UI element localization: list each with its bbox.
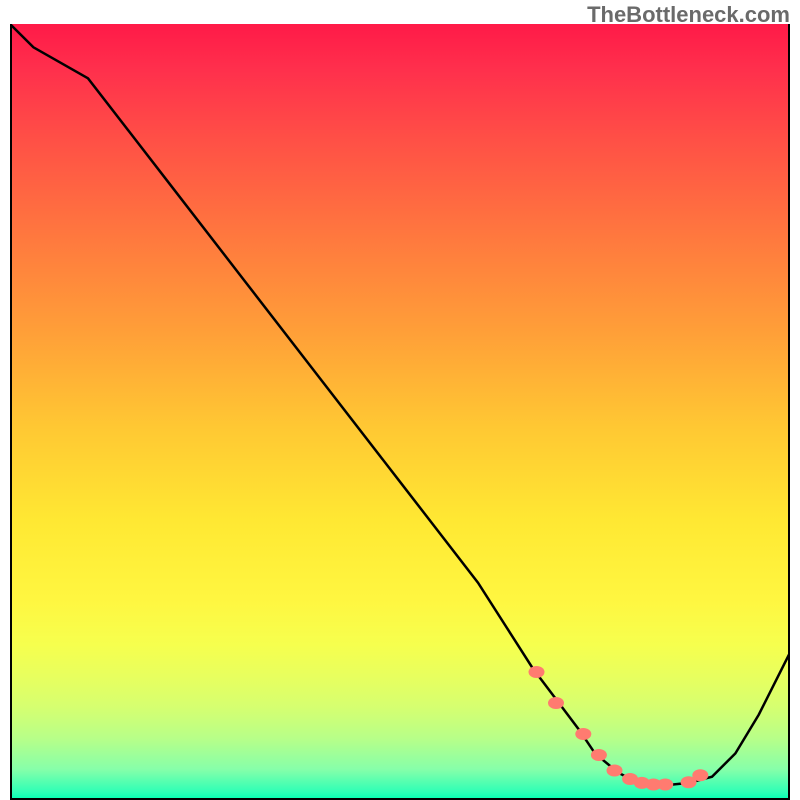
data-marker xyxy=(607,765,623,777)
curve-svg xyxy=(10,24,790,800)
data-marker xyxy=(529,666,545,678)
data-marker xyxy=(548,697,564,709)
bottleneck-chart xyxy=(10,24,790,800)
watermark-text: TheBottleneck.com xyxy=(587,2,790,28)
data-marker xyxy=(692,769,708,781)
curve-line xyxy=(10,24,790,785)
data-marker xyxy=(575,728,591,740)
data-marker xyxy=(591,749,607,761)
data-markers xyxy=(529,666,709,791)
data-marker xyxy=(657,779,673,791)
